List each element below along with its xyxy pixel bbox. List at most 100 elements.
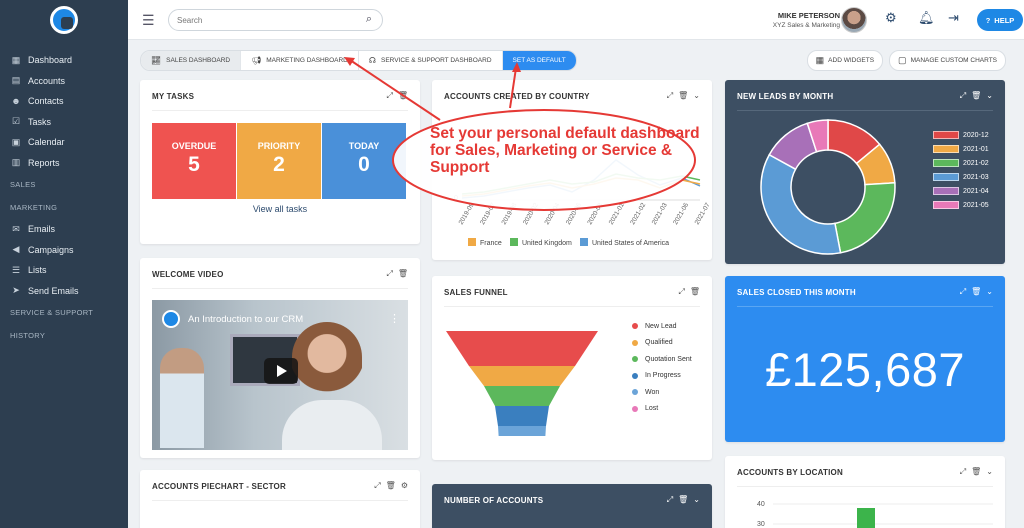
card-tools: ⤢ 🗑︎ ⌄ xyxy=(960,287,993,297)
sidebar-item-accounts[interactable]: ▤ Accounts xyxy=(0,71,128,92)
legend-label: New Lead xyxy=(645,322,677,330)
hamburger-menu-icon[interactable]: ☰ xyxy=(142,12,155,29)
trash-icon[interactable]: 🗑︎ xyxy=(690,287,700,297)
expand-icon[interactable]: ⤢ xyxy=(678,287,684,297)
priority-tile[interactable]: PRIORITY 2 xyxy=(237,123,321,199)
chevron-down-icon[interactable]: ⌄ xyxy=(693,495,700,505)
expand-icon[interactable]: ⤢ xyxy=(960,287,966,297)
video-player[interactable]: An Introduction to our CRM ⋮ xyxy=(152,300,408,450)
trash-icon[interactable]: 🗑︎ xyxy=(971,91,981,101)
megaphone-icon: 📢︎ xyxy=(251,56,262,65)
gear-icon[interactable]: ⚙ xyxy=(401,481,408,491)
sidebar-section-history[interactable]: HISTORY xyxy=(0,324,128,347)
tab-sales-dashboard[interactable]: 📈︎ SALES DASHBOARD xyxy=(141,51,242,70)
legend-label[interactable]: United Kingdom xyxy=(522,240,572,247)
funnel-legend-item[interactable]: Qualified xyxy=(632,335,692,352)
chevron-down-icon[interactable]: ⌄ xyxy=(986,287,993,297)
leads-legend-item[interactable]: 2021-04 xyxy=(933,184,989,198)
expand-icon[interactable]: ⤢ xyxy=(386,269,392,279)
bell-icon[interactable]: 🔔︎ xyxy=(918,10,935,26)
manage-custom-charts-button[interactable]: ▢ MANAGE CUSTOM CHARTS xyxy=(889,50,1006,71)
x-tick-label: 2021-07 xyxy=(694,202,712,226)
trash-icon[interactable]: 🗑︎ xyxy=(398,269,408,279)
funnel-stage-in-progress[interactable] xyxy=(495,406,549,426)
sidebar-item-reports[interactable]: ▥ Reports xyxy=(0,153,128,174)
expand-icon[interactable]: ⤢ xyxy=(386,91,392,101)
help-button[interactable]: ? HELP xyxy=(977,9,1023,31)
leads-legend-item[interactable]: 2021-01 xyxy=(933,142,989,156)
sales-closed-card: SALES CLOSED THIS MONTH ⤢ 🗑︎ ⌄ £125,687 xyxy=(725,276,1005,442)
funnel-stage-quotation-sent[interactable] xyxy=(484,386,560,406)
button-label: ADD WIDGETS xyxy=(828,57,875,64)
sidebar-item-tasks[interactable]: ☑ Tasks xyxy=(0,112,128,133)
sidebar-section-marketing[interactable]: MARKETING xyxy=(0,196,128,219)
funnel-stage-new-lead[interactable] xyxy=(446,331,598,366)
sidebar-item-emails[interactable]: ✉ Emails xyxy=(0,219,128,240)
add-widgets-button[interactable]: ▦ ADD WIDGETS xyxy=(806,50,884,71)
today-count: 0 xyxy=(358,153,370,176)
legend-label: Won xyxy=(645,388,660,396)
trash-icon[interactable]: 🗑︎ xyxy=(398,91,408,101)
funnel-legend-item[interactable]: New Lead xyxy=(632,318,692,335)
donut-slice-2021-02[interactable] xyxy=(834,181,896,254)
funnel-legend-item[interactable]: Won xyxy=(632,384,692,401)
video-title[interactable]: An Introduction to our CRM xyxy=(188,314,303,325)
card-tools: ⤢ 🗑︎ xyxy=(386,91,408,101)
play-button[interactable] xyxy=(264,358,298,384)
funnel-stage-won[interactable] xyxy=(498,426,546,436)
card-tools: ⤢ 🗑︎ xyxy=(386,269,408,279)
funnel-legend-item[interactable]: Lost xyxy=(632,401,692,418)
sidebar-item-label: Lists xyxy=(28,265,47,276)
trash-icon[interactable]: 🗑︎ xyxy=(386,481,396,491)
avatar[interactable] xyxy=(841,7,867,33)
trash-icon[interactable]: 🗑︎ xyxy=(971,287,981,297)
sidebar-item-label: Tasks xyxy=(28,116,52,127)
search-input[interactable]: Search ⌕ xyxy=(168,9,383,31)
leads-legend-item[interactable]: 2021-05 xyxy=(933,198,989,212)
number-of-accounts-card: NUMBER OF ACCOUNTS ⤢ 🗑︎ ⌄ xyxy=(432,484,712,528)
leads-legend-item[interactable]: 2020-12 xyxy=(933,128,989,142)
funnel-legend-item[interactable]: In Progress xyxy=(632,368,692,385)
checkbox-icon: ☑ xyxy=(11,116,21,127)
funnel-stage-qualified[interactable] xyxy=(469,366,575,386)
trash-icon[interactable]: 🗑︎ xyxy=(678,495,688,505)
sidebar-item-send-emails[interactable]: ➤ Send Emails xyxy=(0,281,128,302)
sidebar-item-campaigns[interactable]: ◀ Campaigns xyxy=(0,240,128,261)
settings-gears-icon[interactable]: ⚙ xyxy=(885,10,897,26)
sign-out-icon[interactable]: ⇥ xyxy=(948,10,959,26)
view-all-tasks-link[interactable]: View all tasks xyxy=(140,204,420,214)
funnel-legend-item[interactable]: Quotation Sent xyxy=(632,351,692,368)
paper-plane-icon: ➤ xyxy=(12,285,20,296)
expand-icon[interactable]: ⤢ xyxy=(667,495,673,505)
today-tile[interactable]: TODAY 0 xyxy=(322,123,406,199)
sidebar-section-service[interactable]: SERVICE & SUPPORT xyxy=(0,301,128,324)
expand-icon[interactable]: ⤢ xyxy=(374,481,380,491)
sidebar-item-calendar[interactable]: ▣ Calendar xyxy=(0,132,128,153)
donut-slice-2021-03[interactable] xyxy=(760,153,842,255)
sidebar-item-label: Calendar xyxy=(28,137,65,148)
channel-logo[interactable] xyxy=(162,310,180,328)
app-logo[interactable] xyxy=(50,6,78,34)
tab-marketing-dashboard[interactable]: 📢︎ MARKETING DASHBOARD xyxy=(241,51,359,70)
search-icon[interactable]: ⌕ xyxy=(366,13,372,26)
sidebar-item-dashboard[interactable]: ▦ Dashboard xyxy=(0,50,128,71)
set-as-default-button[interactable]: SET AS DEFAULT xyxy=(502,51,576,70)
kebab-menu-icon[interactable]: ⋮ xyxy=(389,312,400,325)
legend-swatch xyxy=(510,238,518,246)
dashboard-actions: ▦ ADD WIDGETS ▢ MANAGE CUSTOM CHARTS xyxy=(806,50,1006,71)
user-info[interactable]: MIKE PETERSON XYZ Sales & Marketing xyxy=(773,11,840,29)
tab-service-dashboard[interactable]: ☊ SERVICE & SUPPORT DASHBOARD xyxy=(359,51,503,70)
legend-label[interactable]: France xyxy=(480,240,502,247)
x-tick-label: 2021-06 xyxy=(672,202,690,226)
megaphone-icon: ◀ xyxy=(12,244,20,255)
legend-label[interactable]: United States of America xyxy=(592,240,669,247)
sidebar-section-sales[interactable]: SALES xyxy=(0,173,128,196)
location-bar[interactable] xyxy=(857,508,875,528)
leads-legend-item[interactable]: 2021-03 xyxy=(933,170,989,184)
sidebar-item-contacts[interactable]: ☻ Contacts xyxy=(0,91,128,112)
sidebar-item-lists[interactable]: ☰ Lists xyxy=(0,260,128,281)
expand-icon[interactable]: ⤢ xyxy=(960,91,966,101)
leads-legend-item[interactable]: 2021-02 xyxy=(933,156,989,170)
chevron-down-icon[interactable]: ⌄ xyxy=(986,91,993,101)
overdue-tile[interactable]: OVERDUE 5 xyxy=(152,123,236,199)
